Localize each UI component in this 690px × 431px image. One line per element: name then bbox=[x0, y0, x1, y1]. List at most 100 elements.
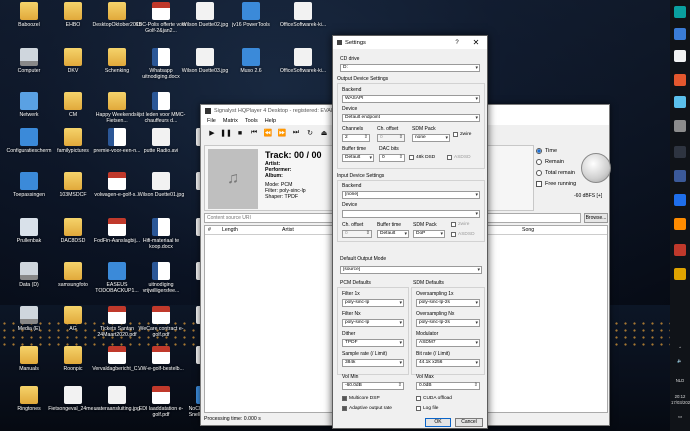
input-backend-select[interactable]: [none] bbox=[342, 191, 480, 199]
speaker-icon[interactable]: 🔈 bbox=[671, 358, 689, 363]
stop-icon[interactable]: ■ bbox=[235, 128, 245, 138]
volmax-spinner[interactable]: 0.0dB bbox=[416, 382, 480, 390]
forward-icon[interactable]: ⏩ bbox=[277, 128, 287, 138]
logfile-box[interactable] bbox=[416, 406, 421, 411]
tray-date[interactable]: 17/03/2020 bbox=[671, 400, 690, 405]
filternx-select[interactable]: poly-sinc-lp bbox=[342, 319, 404, 327]
twowire-box[interactable] bbox=[453, 132, 458, 137]
output-device-select[interactable]: Default endpoint bbox=[342, 114, 480, 122]
adaptive-box[interactable] bbox=[342, 406, 347, 411]
file-icon bbox=[20, 2, 38, 20]
radio-remain[interactable] bbox=[536, 158, 542, 165]
pause-icon[interactable]: ❚❚ bbox=[220, 128, 232, 138]
rewind-icon[interactable]: ⏪ bbox=[263, 128, 273, 138]
multicore-box[interactable] bbox=[342, 396, 347, 401]
volume-knob[interactable] bbox=[581, 153, 611, 183]
album-field: Album: bbox=[265, 173, 283, 179]
taskbar-app-icon-9[interactable] bbox=[674, 194, 686, 206]
taskbar-app-icon-12[interactable] bbox=[674, 268, 686, 280]
cuda-box[interactable] bbox=[416, 396, 421, 401]
oversamplingnx-label: Oversampling Nx bbox=[416, 311, 455, 317]
browse-button[interactable]: Browse... bbox=[584, 213, 608, 223]
asdsd-checkbox[interactable]: ASDSD bbox=[447, 155, 471, 160]
default-output-mode-select[interactable]: [source] bbox=[340, 266, 482, 274]
notifications-icon[interactable]: ▭ bbox=[671, 414, 689, 419]
pcm-defaults-label: PCM Defaults bbox=[340, 280, 371, 286]
oversampling1x-select[interactable]: poly-sinc-lp-2s bbox=[416, 299, 480, 307]
output-backend-select[interactable]: WASAPI bbox=[342, 95, 480, 103]
logfile-checkbox[interactable]: Log file bbox=[416, 406, 438, 411]
volmin-spinner[interactable]: -60.0dB bbox=[342, 382, 404, 390]
samplerate-select[interactable]: 384k bbox=[342, 359, 404, 367]
ok-button[interactable]: OK bbox=[425, 418, 451, 427]
in-twowire-checkbox[interactable]: 2wire bbox=[451, 222, 469, 227]
bitrate-select[interactable]: 44.1k x256 bbox=[416, 359, 480, 367]
col-length[interactable]: Length bbox=[219, 227, 279, 233]
desktop-icon[interactable]: Muso 2.6 bbox=[224, 48, 278, 74]
menu-help[interactable]: Help bbox=[265, 118, 276, 124]
ch-offset-label: Ch. offset bbox=[377, 126, 399, 132]
menu-file[interactable]: File bbox=[207, 118, 216, 124]
desktop-icon[interactable]: OfficeSoftwarek-ki... bbox=[276, 48, 330, 74]
taskbar-app-icon-1[interactable] bbox=[674, 6, 686, 18]
file-icon bbox=[242, 48, 260, 66]
input-device-select[interactable] bbox=[342, 210, 480, 218]
buffer-time-select[interactable]: Default bbox=[342, 154, 374, 162]
free-running-checkbox[interactable] bbox=[536, 180, 542, 187]
twowire-checkbox[interactable]: 2wire bbox=[453, 132, 471, 137]
asdsd-box[interactable] bbox=[447, 155, 452, 160]
desktop-icon-label: jv16 PowerTools bbox=[232, 22, 270, 28]
desktop-icon[interactable]: lijst leden voor MMC-chauffeurs d... bbox=[134, 92, 188, 124]
settings-titlebar[interactable]: Settings ? ✕ bbox=[333, 36, 487, 49]
play-icon[interactable]: ▶ bbox=[207, 128, 217, 138]
taskbar-app-icon-2[interactable] bbox=[674, 28, 686, 40]
in-buffer-time-select[interactable]: Default bbox=[377, 230, 409, 238]
help-icon[interactable]: ? bbox=[452, 40, 462, 46]
cd-drive-select[interactable]: D: bbox=[340, 64, 480, 72]
taskbar-app-icon-7[interactable] bbox=[674, 146, 686, 158]
taskbar-app-icon-11[interactable] bbox=[674, 244, 686, 256]
radio-total-remain[interactable] bbox=[536, 169, 542, 176]
taskbar-app-icon-3[interactable] bbox=[674, 50, 686, 62]
sdm-pack-select[interactable]: none bbox=[412, 134, 450, 142]
previous-icon[interactable]: ⏮ bbox=[249, 128, 259, 138]
in-sdm-pack-select[interactable]: DoP bbox=[413, 230, 445, 238]
col-number[interactable]: # bbox=[205, 227, 219, 233]
close-icon[interactable]: ✕ bbox=[465, 36, 487, 49]
menu-tools[interactable]: Tools bbox=[245, 118, 258, 124]
taskbar-app-icon-6[interactable] bbox=[674, 120, 686, 132]
channels-spinner[interactable]: 2 bbox=[342, 134, 370, 142]
oversamplingnx-select[interactable]: poly-sinc-lp-2s bbox=[416, 319, 480, 327]
taskbar-app-icon-5[interactable] bbox=[674, 96, 686, 108]
radio-time[interactable] bbox=[536, 147, 542, 154]
modulator-select[interactable]: ASDM7 bbox=[416, 339, 480, 347]
dsd-48k-checkbox[interactable]: 48k DSD bbox=[409, 155, 435, 160]
desktop-icon[interactable]: OfficeSoftwarek-ki... bbox=[276, 2, 330, 28]
in-asdsd-checkbox[interactable]: ASDSD bbox=[451, 232, 475, 237]
in-asdsd-box[interactable] bbox=[451, 232, 456, 237]
time-mode-panel: Time Remain Total remain Free running -6… bbox=[536, 145, 611, 211]
tray-up-icon[interactable]: ⌃ bbox=[671, 346, 689, 351]
taskbar-app-icon-10[interactable] bbox=[674, 218, 686, 230]
ch-offset-spinner[interactable]: 0 bbox=[377, 134, 405, 142]
menu-matrix[interactable]: Matrix bbox=[223, 118, 238, 124]
repeat-icon[interactable]: ↻ bbox=[305, 128, 315, 138]
tray-time[interactable]: 20:12 bbox=[671, 394, 689, 399]
cuda-checkbox[interactable]: CUDA offload bbox=[416, 396, 452, 401]
dac-bits-spinner[interactable]: 0 bbox=[379, 154, 405, 162]
tray-language[interactable]: NLD bbox=[671, 378, 689, 383]
taskbar-app-icon-4[interactable] bbox=[674, 74, 686, 86]
dsd-48k-box[interactable] bbox=[409, 155, 414, 160]
dither-select[interactable]: TPDF bbox=[342, 339, 404, 347]
in-ch-offset-spinner[interactable]: 0 bbox=[342, 230, 372, 238]
filter1x-select[interactable]: poly-sinc-lp bbox=[342, 299, 404, 307]
multicore-checkbox[interactable]: Multicore DSP bbox=[342, 396, 380, 401]
taskbar-app-icon-8[interactable] bbox=[674, 170, 686, 182]
open-icon[interactable]: ⏏ bbox=[319, 128, 329, 138]
desktop-icon[interactable]: jv16 PowerTools bbox=[224, 2, 278, 28]
adaptive-checkbox[interactable]: Adaptive output rate bbox=[342, 406, 392, 411]
in-twowire-box[interactable] bbox=[451, 222, 456, 227]
next-icon[interactable]: ⏭ bbox=[291, 128, 301, 138]
col-song[interactable]: Song bbox=[519, 227, 534, 233]
cancel-button[interactable]: Cancel bbox=[455, 418, 483, 427]
